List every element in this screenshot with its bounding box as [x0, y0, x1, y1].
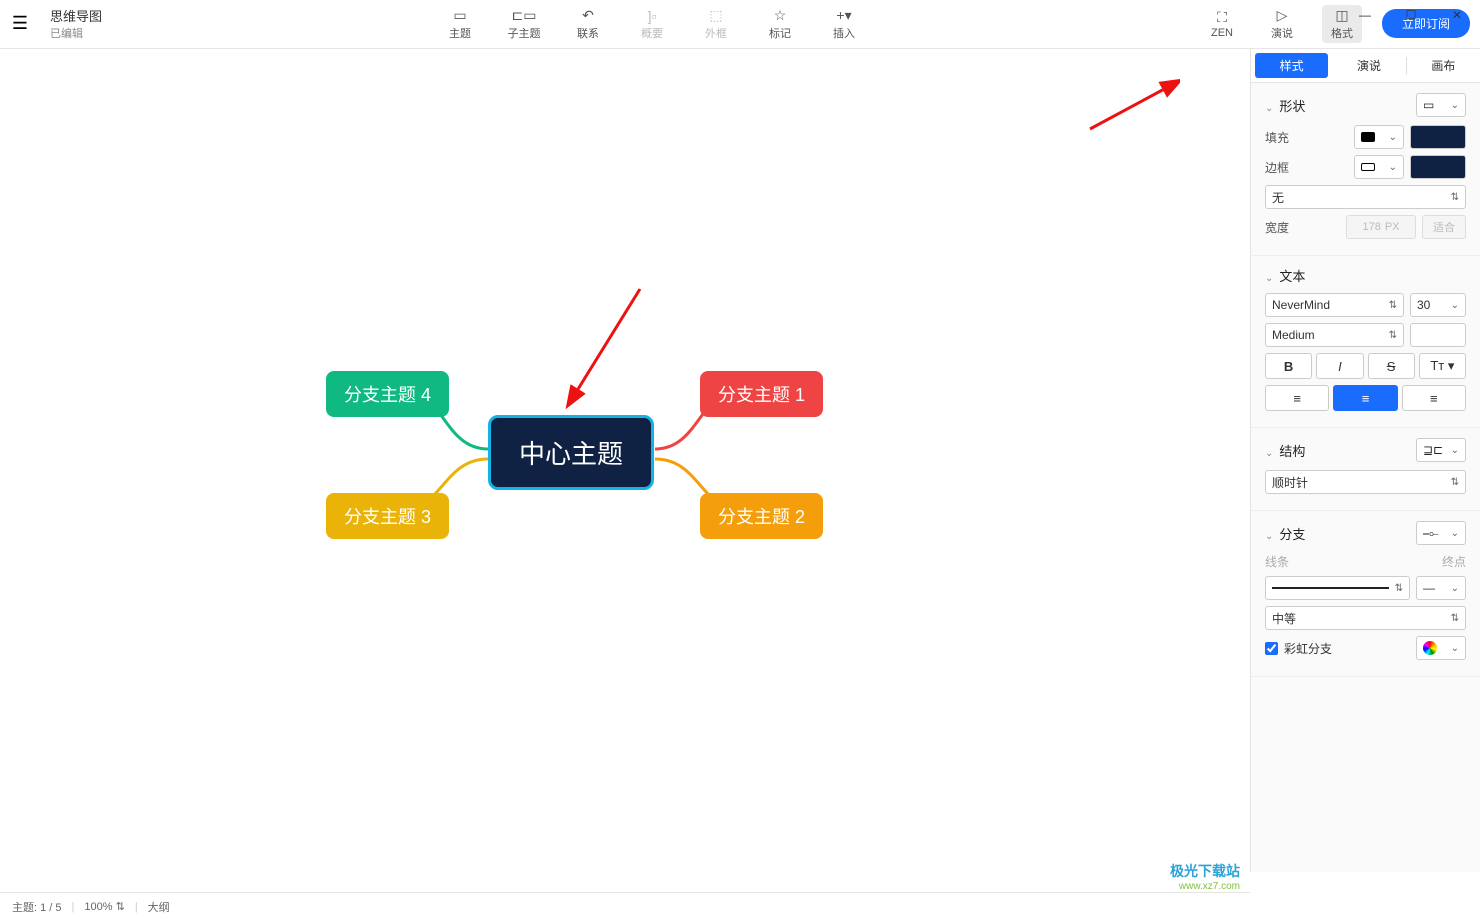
document-title-block: 思维导图 已编辑: [50, 6, 102, 41]
branch-style-select[interactable]: ⎯⟜⌄: [1416, 521, 1466, 545]
status-bar: 主题: 1 / 5 | 100% ⇅ | 大纲: [0, 892, 1250, 920]
font-size-select[interactable]: 30⌄: [1410, 293, 1466, 317]
rainbow-branch-checkbox[interactable]: 彩虹分支: [1265, 640, 1332, 657]
direction-select[interactable]: 顺时针⇅: [1265, 470, 1466, 494]
chevron-down-icon: ⌄: [1265, 103, 1273, 114]
rounded-rect-icon: ▭: [1423, 98, 1434, 112]
text-case-button[interactable]: Tᴛ ▾: [1419, 353, 1466, 379]
font-weight-select[interactable]: Medium⇅: [1265, 323, 1404, 347]
branch-style-icon: ⎯⟜: [1423, 526, 1439, 541]
structure-icon: ⊒⊏: [1423, 443, 1443, 457]
fill-pattern-select[interactable]: ⌄: [1354, 125, 1404, 149]
rainbow-color-select[interactable]: ⌄: [1416, 636, 1466, 660]
bold-button[interactable]: B: [1265, 353, 1312, 379]
minimize-button[interactable]: —: [1342, 0, 1388, 30]
fill-color-swatch[interactable]: [1410, 125, 1466, 149]
line-weight-select[interactable]: 中等⇅: [1265, 606, 1466, 630]
marker-button[interactable]: ☆标记: [760, 7, 800, 41]
outline-button[interactable]: 大纲: [148, 899, 170, 915]
mindmap-canvas[interactable]: 中心主题 分支主题 1 分支主题 2 分支主题 3 分支主题 4: [0, 49, 1250, 872]
insert-button[interactable]: +▾插入: [824, 7, 864, 41]
strike-button[interactable]: S: [1368, 353, 1415, 379]
subtopic-icon: ⊏▭: [512, 7, 537, 25]
section-branch: ⌄分支 ⎯⟜⌄ 线条 终点 ⇅ —⌄ 中等⇅ 彩虹分支 ⌄: [1251, 511, 1480, 677]
section-text: ⌄文本 NeverMind⇅ 30⌄ Medium⇅ B I S Tᴛ ▾ ≡ …: [1251, 256, 1480, 428]
pitch-icon: ▷: [1277, 7, 1288, 25]
branch-node-3[interactable]: 分支主题 3: [326, 493, 449, 539]
tab-pitch[interactable]: 演说: [1332, 49, 1405, 82]
annotation-arrow-2: [1080, 79, 1180, 139]
font-color-swatch[interactable]: [1410, 323, 1466, 347]
section-structure: ⌄结构 ⊒⊏⌄ 顺时针⇅: [1251, 428, 1480, 511]
window-controls: — ☐ ✕: [1342, 0, 1480, 30]
boundary-button[interactable]: ⬚外框: [696, 7, 736, 41]
chevron-down-icon: ⌄: [1265, 448, 1273, 459]
section-shape: ⌄形状 ▭⌄ 填充 ⌄ 边框 ⌄ 无⇅ 宽度: [1251, 83, 1480, 256]
boundary-icon: ⬚: [709, 7, 722, 25]
border-color-swatch[interactable]: [1410, 155, 1466, 179]
line-style-select[interactable]: ⇅: [1265, 576, 1410, 600]
zen-button[interactable]: ⛶ZEN: [1202, 9, 1242, 39]
align-right-button[interactable]: ≡: [1402, 385, 1466, 411]
document-title: 思维导图: [50, 6, 102, 25]
branch-node-1[interactable]: 分支主题 1: [700, 371, 823, 417]
tab-canvas[interactable]: 画布: [1407, 49, 1480, 82]
maximize-button[interactable]: ☐: [1388, 0, 1434, 30]
panel-tabs: 样式 演说 画布: [1251, 49, 1480, 83]
topic-count: 主题: 1 / 5: [12, 899, 62, 915]
watermark: 极光下载站 www.xz7.com: [1170, 861, 1240, 892]
summary-button[interactable]: ]▫概要: [632, 7, 672, 41]
annotation-arrow-1: [560, 279, 650, 409]
subtopic-button[interactable]: ⊏▭子主题: [504, 7, 544, 41]
main-toolbar: ▭主题 ⊏▭子主题 ↶联系 ]▫概要 ⬚外框 ☆标记 +▾插入: [102, 7, 1202, 41]
tab-style[interactable]: 样式: [1255, 53, 1328, 78]
branch-node-4[interactable]: 分支主题 4: [326, 371, 449, 417]
zoom-level[interactable]: 100% ⇅: [84, 900, 124, 913]
italic-button[interactable]: I: [1316, 353, 1363, 379]
rainbow-icon: [1423, 641, 1437, 655]
structure-select[interactable]: ⊒⊏⌄: [1416, 438, 1466, 462]
border-style-select[interactable]: ⌄: [1354, 155, 1404, 179]
summary-icon: ]▫: [648, 7, 657, 25]
align-center-button[interactable]: ≡: [1333, 385, 1397, 411]
zen-icon: ⛶: [1217, 9, 1227, 27]
center-topic-node[interactable]: 中心主题: [488, 415, 654, 490]
align-left-button[interactable]: ≡: [1265, 385, 1329, 411]
chevron-down-icon: ⌄: [1265, 273, 1273, 284]
branch-node-2[interactable]: 分支主题 2: [700, 493, 823, 539]
pitch-button[interactable]: ▷演说: [1262, 7, 1302, 41]
hamburger-menu-icon[interactable]: ☰: [0, 13, 40, 34]
topic-icon: ▭: [453, 7, 466, 25]
fit-button[interactable]: 适合: [1422, 215, 1466, 239]
shape-select[interactable]: ▭⌄: [1416, 93, 1466, 117]
chevron-down-icon: ⌄: [1265, 531, 1273, 542]
font-select[interactable]: NeverMind⇅: [1265, 293, 1404, 317]
width-input[interactable]: 178PX: [1346, 215, 1416, 239]
border-width-select[interactable]: 无⇅: [1265, 185, 1466, 209]
marker-icon: ☆: [774, 7, 787, 25]
close-button[interactable]: ✕: [1434, 0, 1480, 30]
insert-icon: +▾: [836, 7, 851, 25]
relation-icon: ↶: [582, 7, 594, 25]
relation-button[interactable]: ↶联系: [568, 7, 608, 41]
line-end-select[interactable]: —⌄: [1416, 576, 1466, 600]
topic-button[interactable]: ▭主题: [440, 7, 480, 41]
format-panel: 样式 演说 画布 ⌄形状 ▭⌄ 填充 ⌄ 边框 ⌄: [1250, 49, 1480, 872]
document-status: 已编辑: [50, 25, 102, 41]
